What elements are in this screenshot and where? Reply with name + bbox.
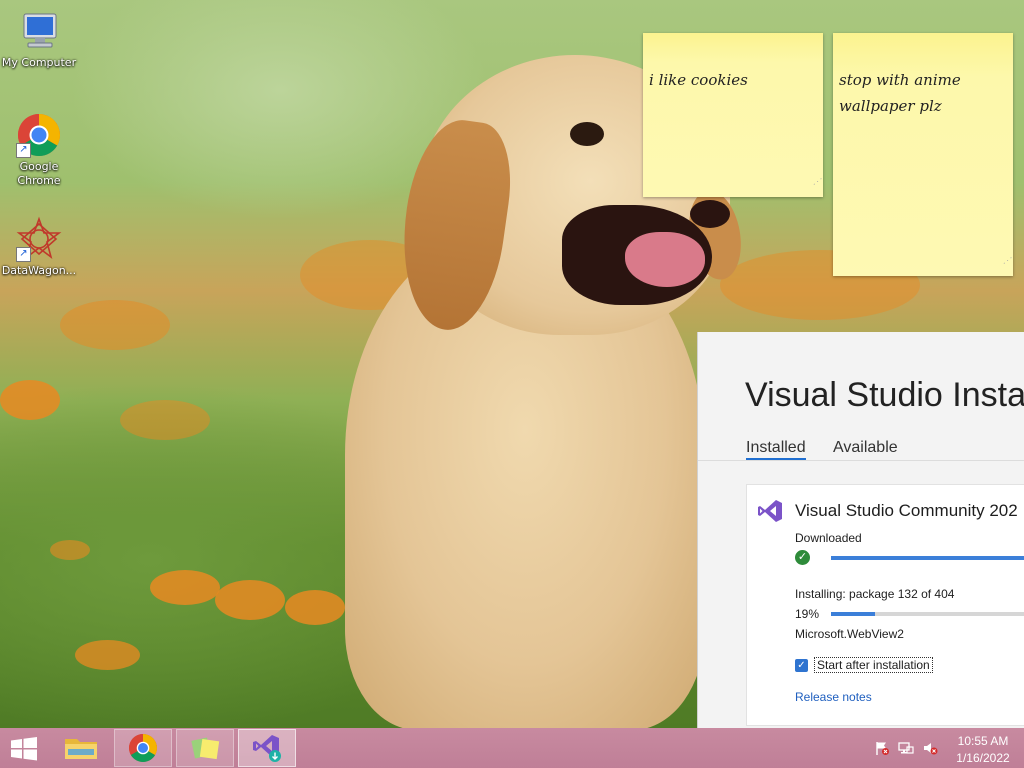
install-status: Installing: package 132 of 404 [795,587,955,601]
resize-grip-icon[interactable]: ⋰ [813,169,821,195]
clock-date: 1/16/2022 [956,751,1010,765]
sticky-note-text[interactable]: stop with anime wallpaper plz [839,67,1007,119]
current-package: Microsoft.WebView2 [795,627,904,641]
desktop-icon-label: Google Chrome [17,160,61,187]
chrome-icon: ↗ [16,112,62,158]
install-progress-bar [831,612,1024,616]
vs-installer-icon [253,735,281,762]
product-card: Visual Studio Community 202 Downloaded ✓… [746,484,1024,726]
vs-installer-window: Visual Studio Insta Installed Available … [697,332,1024,728]
desktop-icon-datawagon[interactable]: ↗ DataWagon... [0,216,78,278]
folder-icon [65,739,97,759]
chrome-icon [129,734,157,762]
start-after-install-label[interactable]: Start after installation [814,657,933,673]
release-notes-link[interactable]: Release notes [795,690,872,704]
chrome-taskbar-button[interactable] [114,729,172,767]
desktop-icon-google-chrome[interactable]: ↗ Google Chrome [0,112,78,188]
clock-time: 10:55 AM [957,734,1009,748]
volume-muted-icon[interactable] [922,740,938,756]
sticky-notes-taskbar-button[interactable] [176,729,234,767]
desktop-icon-my-computer[interactable]: My Computer [0,8,78,70]
desktop-icon-label: My Computer [1,56,77,69]
sticky-note[interactable]: stop with anime wallpaper plz ⋰ [833,33,1013,276]
install-progress-fill [831,612,875,616]
windows-logo-icon [11,737,37,761]
visual-studio-logo-icon [758,500,782,522]
taskbar [0,728,1024,768]
start-after-install-checkbox[interactable]: ✓ [795,659,808,672]
sticky-note-text[interactable]: i like cookies [649,67,817,93]
shortcut-arrow-icon: ↗ [16,143,31,158]
download-progress-fill [831,556,1024,560]
download-progress-bar [831,556,1024,560]
check-circle-icon: ✓ [795,550,810,565]
tab-installed[interactable]: Installed [746,439,806,460]
vs-installer-taskbar-button[interactable] [238,729,296,767]
taskbar-clock[interactable]: 10:55 AM 1/16/2022 [948,733,1018,767]
tab-available[interactable]: Available [833,439,898,457]
tab-divider [698,460,1024,461]
sticky-note[interactable]: i like cookies ⋰ [643,33,823,197]
datawagon-icon: ↗ [16,216,62,262]
file-explorer-button[interactable] [52,729,110,767]
sticky-notes-icon [191,737,220,760]
start-button[interactable] [0,729,48,767]
product-name: Visual Studio Community 202 [795,501,1018,520]
computer-icon [16,8,62,54]
network-icon[interactable] [898,740,914,756]
installer-title: Visual Studio Insta [745,376,1024,414]
shortcut-arrow-icon: ↗ [16,247,31,262]
install-percent: 19% [795,607,820,621]
action-center-flag-icon[interactable] [874,740,890,756]
desktop-icon-label: DataWagon... [1,264,77,277]
download-status: Downloaded [795,531,862,545]
resize-grip-icon[interactable]: ⋰ [1003,248,1011,274]
